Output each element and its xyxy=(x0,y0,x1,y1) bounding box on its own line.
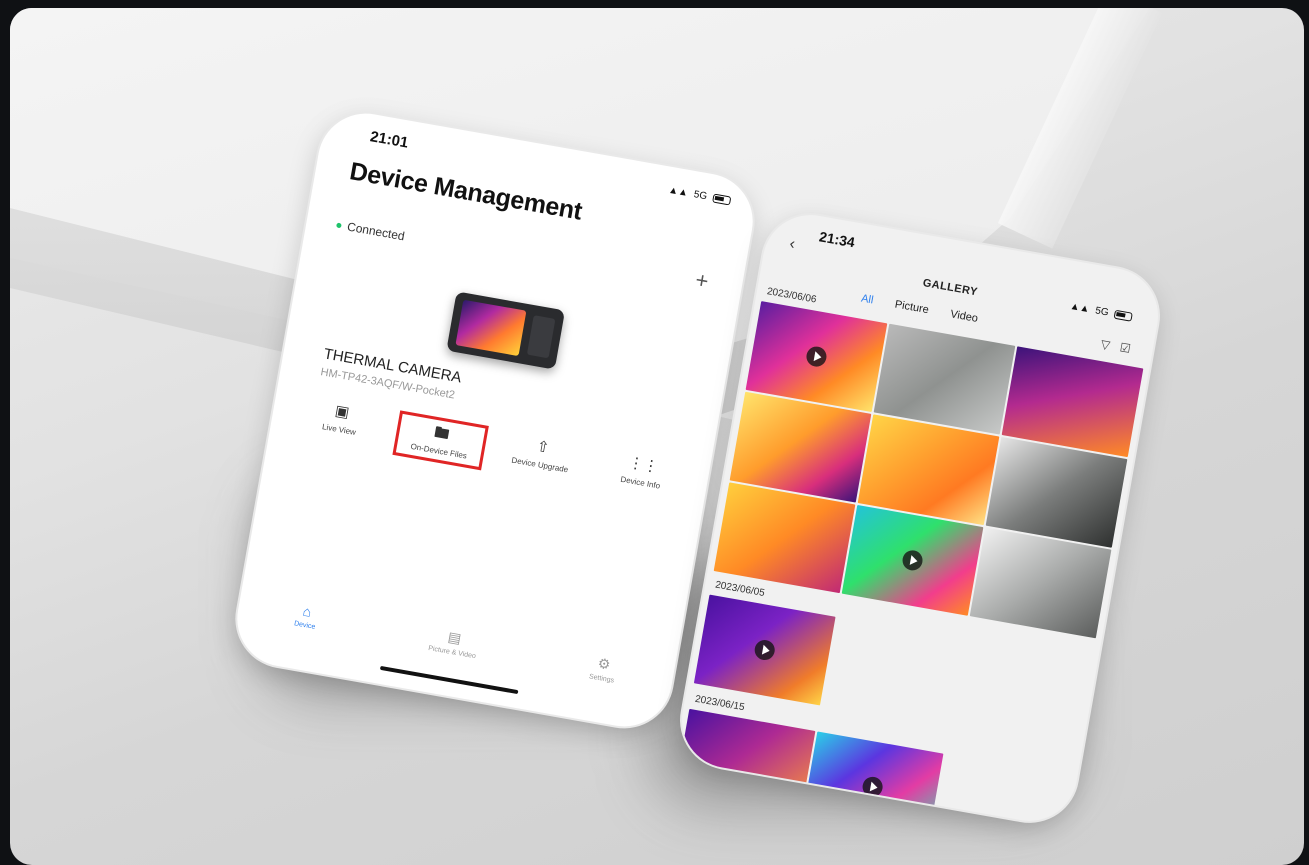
tab-all[interactable]: All xyxy=(860,293,874,307)
tab-picture[interactable]: Picture xyxy=(894,298,930,316)
settings-icon: ⚙ xyxy=(596,654,612,673)
tab-settings-label: Settings xyxy=(588,673,615,685)
home-icon: ⌂ xyxy=(301,602,313,620)
filter-icon[interactable]: ▽ xyxy=(1100,337,1112,352)
plus-icon[interactable]: + xyxy=(693,267,710,294)
battery-icon xyxy=(712,193,732,206)
camera-buttons xyxy=(526,315,556,359)
signal-icon: ▲▲ xyxy=(1068,300,1091,316)
play-icon xyxy=(900,548,925,572)
live-view-icon: ▣ xyxy=(333,402,351,422)
info-icon: ⋮⋮ xyxy=(627,453,660,476)
signal-icon: ▲▲ xyxy=(667,184,689,199)
page-title: GALLERY xyxy=(921,277,979,299)
thermal-camera-image[interactable] xyxy=(446,291,566,370)
folder-icon: 🖿 xyxy=(432,423,451,444)
device-info-button[interactable]: ⋮⋮ Device Info xyxy=(597,449,686,502)
network-label: 5G xyxy=(692,189,708,203)
connection-status-label: Connected xyxy=(346,219,406,244)
connection-status: Connected xyxy=(335,218,406,244)
upgrade-icon: ⇧ xyxy=(535,437,551,457)
network-label: 5G xyxy=(1094,305,1110,319)
tab-picture-video-label: Picture & Video xyxy=(427,644,477,661)
status-time: 21:01 xyxy=(368,128,410,152)
video-thumbnail[interactable] xyxy=(693,594,836,706)
live-view-button[interactable]: ▣ Live View xyxy=(295,396,384,449)
page-title: Device Management xyxy=(347,157,585,226)
on-device-files-label: On-Device Files xyxy=(409,441,468,461)
tab-settings[interactable]: ⚙ Settings xyxy=(588,654,618,685)
connected-dot-icon xyxy=(336,222,342,228)
image-thumbnail[interactable] xyxy=(713,482,856,594)
device-upgrade-button[interactable]: ⇧ Device Upgrade xyxy=(496,432,585,485)
battery-icon xyxy=(1113,309,1133,322)
device-upgrade-label: Device Upgrade xyxy=(510,455,569,475)
tab-device-label: Device xyxy=(293,620,316,631)
tab-picture-video[interactable]: ▤ Picture & Video xyxy=(428,625,480,660)
play-icon xyxy=(753,638,777,662)
thumbnail-grid xyxy=(713,301,1144,639)
select-icon[interactable]: ☑ xyxy=(1119,340,1132,356)
device-info-label: Device Info xyxy=(619,474,661,491)
gallery-tools: ▽ ☑ xyxy=(1100,337,1132,356)
status-icons: ▲▲ 5G xyxy=(1069,301,1133,323)
camera-screen xyxy=(455,299,527,357)
gallery-tabs: All Picture Video xyxy=(860,293,979,325)
back-icon[interactable]: ‹ xyxy=(788,235,796,254)
on-device-files-button[interactable]: 🖿 On-Device Files xyxy=(392,409,489,471)
play-icon xyxy=(804,344,829,369)
picture-icon: ▤ xyxy=(446,628,463,647)
status-icons: ▲▲ 5G xyxy=(667,184,732,207)
status-time: 21:34 xyxy=(818,228,857,251)
tab-video[interactable]: Video xyxy=(949,308,979,325)
live-view-label: Live View xyxy=(321,422,357,437)
device-actions: ▣ Live View 🖿 On-Device Files ⇧ Device U… xyxy=(295,396,686,502)
tab-device[interactable]: ⌂ Device xyxy=(293,602,319,632)
